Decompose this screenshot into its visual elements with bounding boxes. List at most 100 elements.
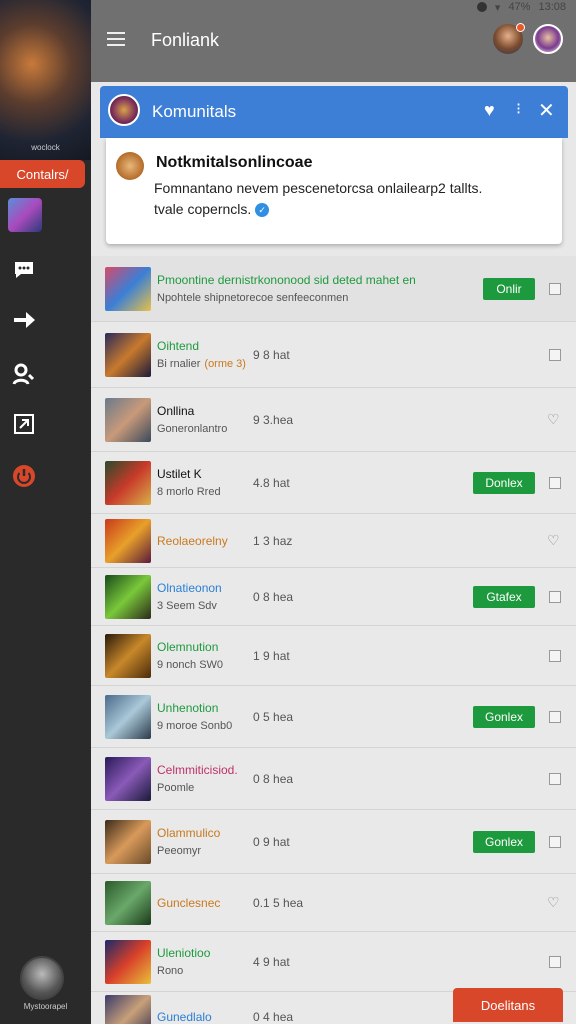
list-item-thumbnail (105, 398, 151, 442)
list-item-subtitle-text: 3 Seem Sdv (157, 600, 217, 612)
list-item-checkbox[interactable] (549, 956, 561, 968)
notification-card[interactable]: Komunitals ♥ ⁝ ✕ Notkmitalsonlincoae Fom… (100, 86, 568, 250)
list-item-thumbnail (105, 940, 151, 984)
community-logo (108, 94, 140, 126)
list-item-checkbox[interactable] (549, 349, 561, 361)
favorite-icon[interactable]: ♡ (547, 411, 560, 428)
list-item[interactable]: Uleniotioo Rono 4 9 hat (91, 932, 576, 992)
more-vert-icon[interactable]: ⁝ (516, 99, 521, 119)
favorite-icon[interactable]: ♡ (547, 894, 560, 911)
favorite-icon[interactable]: ♡ (547, 532, 560, 549)
list-item[interactable]: Pmoontine dernistrkononood sid deted mah… (91, 256, 576, 322)
list-item-time: 1 9 hat (253, 649, 290, 663)
list-item-thumbnail (105, 757, 151, 801)
list-item-time: 1 3 haz (253, 534, 293, 548)
list-item-subtitle: 9 moroe Sonb0 (157, 720, 232, 732)
profile-avatar[interactable] (20, 956, 64, 1000)
heart-icon[interactable]: ♥ (484, 100, 495, 121)
list-item[interactable]: Celmmiticisiod. Poomle 0 8 hea (91, 748, 576, 810)
list-item-checkbox[interactable] (549, 773, 561, 785)
list-item-subtitle-text: 8 morlo Rred (157, 486, 221, 498)
list-item-subtitle: Npohtele shipnetorecoe senfeeconmen (157, 292, 348, 304)
chat-icon[interactable] (10, 256, 38, 284)
list-item-time: 0.1 5 hea (253, 896, 304, 910)
list-item-checkbox[interactable] (549, 591, 561, 603)
sidebar-banner-image: woclock (0, 0, 91, 160)
details-button[interactable]: Doelitans (453, 988, 563, 1022)
list-item-subtitle: 3 Seem Sdv (157, 600, 217, 612)
list-item-thumbnail (105, 881, 151, 925)
list-item[interactable]: Onllina Goneronlantro 9 3.hea ♡ (91, 388, 576, 452)
list-item[interactable]: Olnatieonon 3 Seem Sdv 0 8 hea Gtafex (91, 568, 576, 626)
list-item-action-button[interactable]: Donlex (473, 472, 535, 494)
friends-icon[interactable] (10, 360, 38, 388)
list-item-thumbnail (105, 267, 151, 311)
list-item[interactable]: Oihtend Bi rnalier (orme 3) 9 8 hat (91, 322, 576, 388)
notification-text-line1: Fomnantano nevem pescenetorcsa onlailear… (154, 180, 483, 196)
list-item-subtitle-text: Bi rnalier (157, 358, 201, 370)
list-item-thumbnail (105, 820, 151, 864)
list-item-title: Ustilet K (157, 467, 202, 481)
list-item-title: Reolaeorelny (157, 534, 228, 548)
list-item-action-button[interactable]: Gonlex (473, 831, 535, 853)
list-item[interactable]: Ustilet K 8 morlo Rred 4.8 hat Donlex (91, 452, 576, 514)
list-item[interactable]: Gunclesnec 0.1 5 hea ♡ (91, 874, 576, 932)
power-icon[interactable] (10, 462, 38, 490)
notification-text-line2: tvale coperncls. (154, 201, 252, 217)
list-item[interactable]: Unhenotion 9 moroe Sonb0 0 5 hea Gonlex (91, 686, 576, 748)
game-avatar[interactable] (8, 198, 42, 232)
list-item-checkbox[interactable] (549, 650, 561, 662)
list-item[interactable]: Reolaeorelny 1 3 haz ♡ (91, 514, 576, 568)
community-list: Pmoontine dernistrkononood sid deted mah… (91, 256, 576, 1024)
list-item[interactable]: Olammulico Peeomyr 0 9 hat Gonlex (91, 810, 576, 874)
list-item-action-button[interactable]: Onlir (483, 278, 535, 300)
list-item-thumbnail (105, 634, 151, 678)
banner-caption: woclock (31, 143, 60, 152)
list-item[interactable]: Olemnution 9 nonch SW0 1 9 hat (91, 626, 576, 686)
menu-icon[interactable] (107, 32, 125, 46)
external-link-icon[interactable] (10, 410, 38, 438)
list-item-subtitle: Bi rnalier (orme 3) (157, 358, 246, 370)
list-item-checkbox[interactable] (549, 283, 561, 295)
list-item-title: Uleniotioo (157, 946, 211, 960)
list-item-subtitle: Rono (157, 965, 183, 977)
notification-badge (516, 23, 525, 32)
wifi-icon: ▾ (494, 1, 501, 14)
list-item-action-button[interactable]: Gtafex (473, 586, 535, 608)
list-item-time: 0 5 hea (253, 710, 294, 724)
list-item-thumbnail (105, 461, 151, 505)
close-icon[interactable]: ✕ (538, 98, 555, 123)
clock: 13:08 (538, 1, 566, 13)
notification-header: Komunitals ♥ ⁝ ✕ (100, 86, 568, 138)
list-item-title: Gunedlalo (157, 1010, 212, 1024)
list-item-action-button[interactable]: Gonlex (473, 706, 535, 728)
arrow-right-icon[interactable] (10, 306, 38, 334)
sidebar: woclock Contalrs/ Mystoorapel (0, 0, 91, 1024)
list-item-thumbnail (105, 333, 151, 377)
list-item-checkbox[interactable] (549, 477, 561, 489)
list-item-time: 0 4 hea (253, 1010, 294, 1024)
list-item-title: Olammulico (157, 826, 221, 840)
list-item-subtitle-text: Peeomyr (157, 845, 202, 857)
list-item-title: Pmoontine dernistrkononood sid deted mah… (157, 273, 416, 287)
account-avatar[interactable] (533, 24, 563, 54)
list-item-checkbox[interactable] (549, 836, 561, 848)
list-item-checkbox[interactable] (549, 711, 561, 723)
list-item-subtitle: Peeomyr (157, 845, 201, 857)
list-item-tag: (orme 3) (204, 358, 246, 370)
list-item-subtitle: 9 nonch SW0 (157, 659, 223, 671)
list-item-title: Onllina (157, 404, 195, 418)
list-item-title: Unhenotion (157, 701, 219, 715)
list-item-title: Oihtend (157, 339, 200, 353)
user-avatar[interactable] (493, 23, 525, 54)
notification-title: Notkmitalsonlincoae (156, 154, 313, 171)
notification-text: Fomnantano nevem pescenetorcsa onlailear… (154, 178, 554, 220)
list-item-time: 9 8 hat (253, 348, 290, 362)
list-item-title: Olnatieonon (157, 581, 222, 595)
list-item-thumbnail (105, 575, 151, 619)
list-item-thumbnail (105, 695, 151, 739)
list-item-title: Celmmiticisiod. (157, 763, 238, 777)
list-item-time: 9 3.hea (253, 413, 294, 427)
contacts-button[interactable]: Contalrs/ (0, 160, 85, 188)
notification-body: Notkmitalsonlincoae Fomnantano nevem pes… (106, 138, 562, 244)
